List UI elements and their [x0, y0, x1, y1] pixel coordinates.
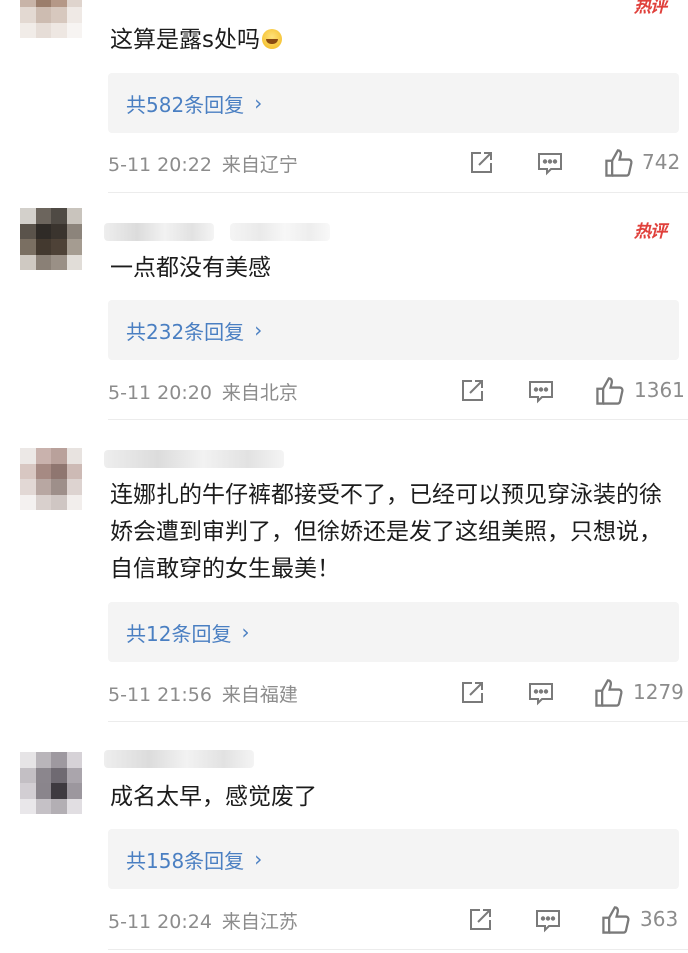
comment-item: 热评 这算是露s处吗 共582条回复 › 5-11 20:22 来自辽宁 742: [0, 0, 688, 195]
comment-location: 来自江苏: [221, 911, 298, 933]
comment-time: 5-11 20:20: [108, 382, 212, 404]
hot-comment-badge: 热评: [634, 222, 667, 242]
laughing-crying-emoji-icon: [261, 29, 282, 49]
reply-count: 共232条回复: [126, 319, 245, 344]
share-icon[interactable]: [458, 679, 486, 707]
thumbs-up-icon[interactable]: [603, 147, 635, 179]
divider: [108, 419, 688, 420]
thumbs-up-icon[interactable]: [593, 677, 625, 709]
comment-location: 来自辽宁: [221, 154, 298, 176]
like-count: 1279: [633, 680, 684, 704]
reply-count: 共12条回复: [126, 621, 232, 646]
like-count: 1361: [634, 378, 685, 402]
comment-item: 连娜扎的牛仔裤都接受不了，已经可以预见穿泳装的徐娇会遭到审判了，但徐娇还是发了这…: [0, 423, 688, 725]
like-count: 742: [642, 150, 681, 174]
username[interactable]: [104, 750, 254, 768]
thumbs-up-icon[interactable]: [594, 375, 626, 407]
hot-comment-badge: 热评: [634, 0, 667, 17]
reply-count: 共582条回复: [126, 92, 245, 117]
comment-time: 5-11 20:22: [108, 154, 212, 176]
divider: [108, 192, 688, 193]
chevron-right-icon: ›: [254, 847, 263, 871]
view-replies-button[interactable]: 共12条回复 ›: [108, 602, 679, 662]
comment-text: 成名太早，感觉废了: [110, 784, 317, 810]
share-icon[interactable]: [466, 906, 494, 934]
comment-meta: 5-11 20:20 来自北京: [108, 378, 298, 405]
username[interactable]: [104, 223, 214, 241]
comment-text: 这算是露s处吗: [110, 22, 675, 59]
chevron-right-icon: ›: [241, 620, 250, 644]
comment-text: 一点都没有美感: [110, 255, 271, 281]
chevron-right-icon: ›: [254, 318, 263, 342]
divider: [108, 721, 688, 722]
username-extra: [230, 223, 330, 241]
chevron-right-icon: ›: [254, 91, 263, 115]
view-replies-button[interactable]: 共232条回复 ›: [108, 300, 679, 360]
comment-icon[interactable]: [527, 377, 555, 405]
comment-meta: 5-11 20:22 来自辽宁: [108, 150, 298, 177]
reply-count: 共158条回复: [126, 848, 245, 873]
comment-location: 来自北京: [221, 382, 298, 404]
avatar[interactable]: [20, 752, 82, 814]
thumbs-up-icon[interactable]: [600, 904, 632, 936]
comment-meta: 5-11 21:56 来自福建: [108, 680, 298, 707]
comment-icon[interactable]: [536, 149, 564, 177]
comment-item: 成名太早，感觉废了 共158条回复 › 5-11 20:24 来自江苏 363: [0, 725, 688, 953]
avatar[interactable]: [20, 448, 82, 510]
avatar[interactable]: [20, 208, 82, 270]
comment-icon[interactable]: [527, 679, 555, 707]
username[interactable]: [104, 450, 284, 468]
avatar[interactable]: [20, 0, 82, 38]
share-icon[interactable]: [458, 377, 486, 405]
like-count: 363: [640, 907, 679, 931]
comment-location: 来自福建: [221, 684, 298, 706]
view-replies-button[interactable]: 共158条回复 ›: [108, 829, 679, 889]
comment-text: 连娜扎的牛仔裤都接受不了，已经可以预见穿泳装的徐娇会遭到审判了，但徐娇还是发了这…: [110, 482, 662, 582]
view-replies-button[interactable]: 共582条回复 ›: [108, 73, 679, 133]
share-icon[interactable]: [467, 149, 495, 177]
comment-meta: 5-11 20:24 来自江苏: [108, 907, 298, 934]
divider: [108, 949, 688, 950]
comment-text-body: 这算是露s处吗: [110, 27, 260, 53]
comment-time: 5-11 21:56: [108, 684, 212, 706]
comment-time: 5-11 20:24: [108, 911, 212, 933]
comment-item: 热评 一点都没有美感 共232条回复 › 5-11 20:20 来自北京 1361: [0, 195, 688, 423]
comment-icon[interactable]: [534, 906, 562, 934]
